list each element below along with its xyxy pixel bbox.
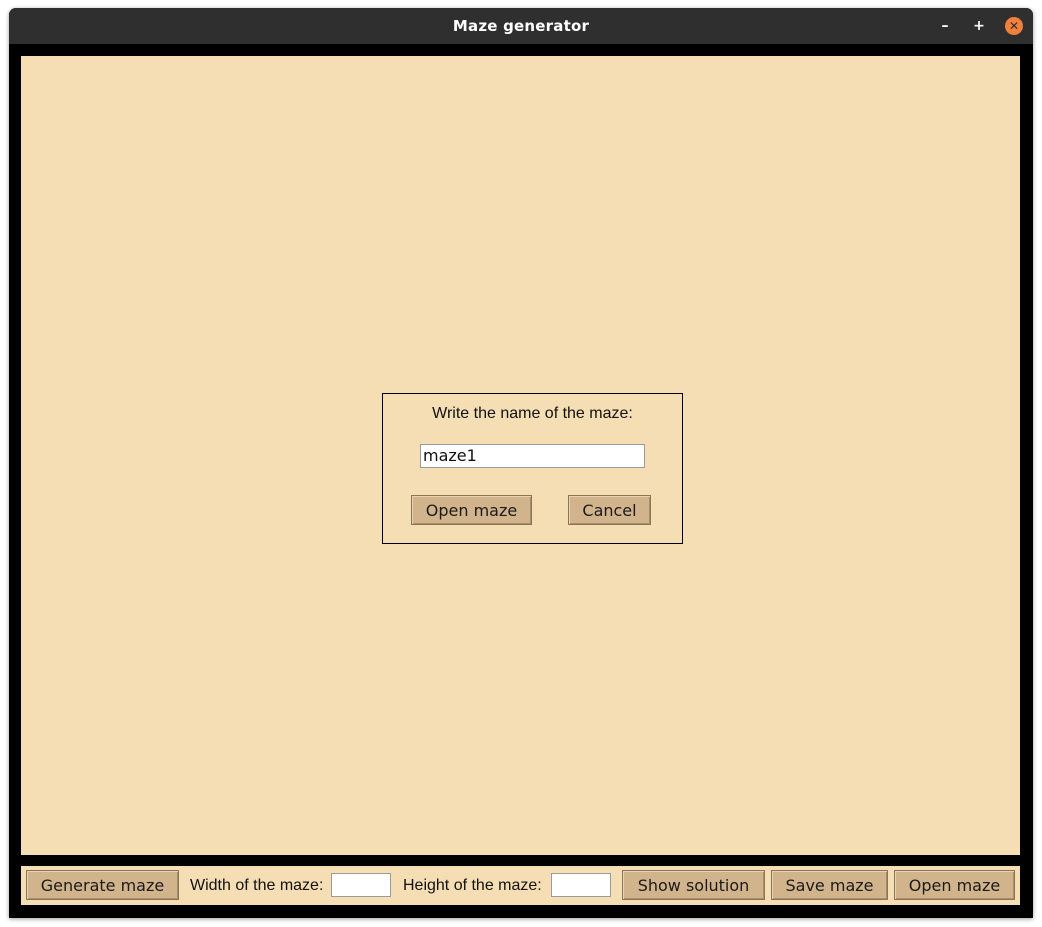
show-solution-button[interactable]: Show solution [622,870,765,900]
height-label: Height of the maze: [403,877,542,894]
minimize-icon[interactable]: – [936,17,954,35]
dialog-open-maze-button[interactable]: Open maze [411,495,532,525]
maze-canvas[interactable]: Write the name of the maze: maze1 Open m… [21,56,1020,855]
close-icon[interactable]: ✕ [1005,17,1023,35]
title-bar[interactable]: Maze generator – + ✕ [9,8,1033,44]
open-maze-dialog: Write the name of the maze: maze1 Open m… [382,393,683,544]
maze-name-input[interactable]: maze1 [420,444,645,468]
height-input[interactable] [551,873,611,897]
dialog-prompt: Write the name of the maze: [432,405,633,422]
app-window: Maze generator – + ✕ Write the name of t… [9,8,1033,918]
dialog-cancel-button[interactable]: Cancel [568,495,651,525]
bottom-toolbar: Generate maze Width of the maze: Height … [21,866,1020,905]
generate-maze-button[interactable]: Generate maze [26,870,179,900]
maximize-icon[interactable]: + [970,17,988,35]
save-maze-button[interactable]: Save maze [771,870,888,900]
width-label: Width of the maze: [190,877,324,894]
width-input[interactable] [331,873,391,897]
window-title: Maze generator [452,17,590,35]
open-maze-button[interactable]: Open maze [894,870,1015,900]
